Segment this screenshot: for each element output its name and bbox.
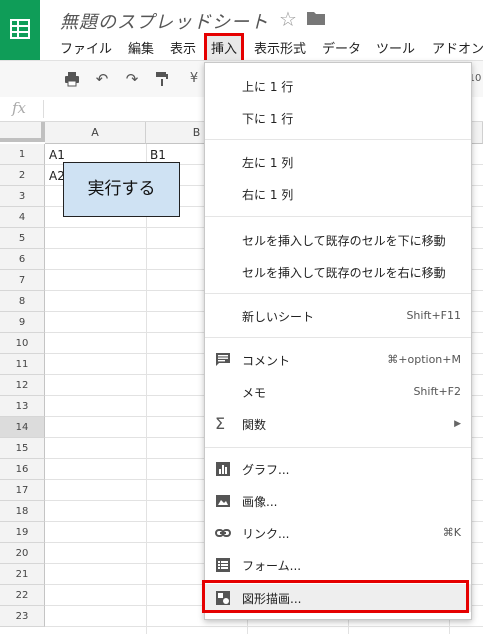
insert-row-above[interactable]: 上に 1 行 — [205, 72, 471, 100]
row-header[interactable]: 15 — [0, 438, 45, 459]
row-header[interactable]: 5 — [0, 228, 45, 249]
menu-separator — [205, 293, 471, 294]
document-title[interactable]: 無題のスプレッドシート — [60, 8, 269, 34]
redo-icon[interactable]: ↷ — [124, 71, 140, 87]
menu-separator — [205, 139, 471, 140]
run-drawing-button[interactable]: 実行する — [63, 162, 180, 217]
row-header[interactable]: 10 — [0, 333, 45, 354]
insert-row-below-label: 下に 1 行 — [242, 112, 294, 126]
shortcut-comment: ⌘+option+M — [387, 353, 461, 366]
shortcut-new-sheet: Shift+F11 — [406, 309, 461, 322]
insert-cells-shift-right-label: セルを挿入して既存のセルを右に移動 — [242, 266, 446, 280]
row-header[interactable]: 16 — [0, 459, 45, 480]
formula-separator — [43, 100, 44, 118]
insert-memo-label: メモ — [242, 386, 267, 400]
currency-format-button[interactable]: ¥ — [186, 71, 202, 87]
insert-column-right-label: 右に 1 列 — [242, 188, 294, 202]
insert-row-above-label: 上に 1 行 — [242, 80, 294, 94]
insert-link-label: リンク... — [242, 527, 290, 541]
menu-insert[interactable]: 挿入 — [204, 33, 245, 63]
sigma-icon: Σ — [215, 414, 226, 433]
submenu-arrow-icon: ▶ — [454, 419, 461, 429]
insert-column-left-label: 左に 1 列 — [242, 156, 294, 170]
menu-view[interactable]: 表示 — [170, 38, 196, 57]
comment-icon — [216, 353, 230, 366]
insert-column-left[interactable]: 左に 1 列 — [205, 148, 471, 176]
select-all-corner[interactable] — [0, 122, 45, 142]
cell-b1[interactable]: B1 — [150, 148, 166, 162]
image-icon — [216, 495, 230, 507]
insert-cells-shift-down-label: セルを挿入して既存のセルを下に移動 — [242, 234, 446, 248]
menu-data[interactable]: データ — [322, 38, 361, 57]
insert-chart-label: グラフ... — [242, 463, 290, 477]
row-header[interactable]: 19 — [0, 522, 45, 543]
insert-new-sheet[interactable]: 新しいシート Shift+F11 — [205, 302, 471, 330]
row-header[interactable]: 20 — [0, 543, 45, 564]
menu-format[interactable]: 表示形式 — [254, 38, 306, 57]
row-header[interactable]: 6 — [0, 249, 45, 270]
link-icon — [215, 529, 231, 537]
row-header[interactable]: 18 — [0, 501, 45, 522]
row-divider — [45, 626, 483, 627]
row-header[interactable]: 2 — [0, 165, 45, 186]
insert-image[interactable]: 画像... — [205, 487, 471, 515]
insert-chart[interactable]: グラフ... — [205, 455, 471, 483]
chart-icon — [216, 462, 230, 476]
row-header[interactable]: 13 — [0, 396, 45, 417]
insert-form[interactable]: フォーム... — [205, 551, 471, 579]
row-header[interactable]: 17 — [0, 480, 45, 501]
row-header[interactable]: 7 — [0, 270, 45, 291]
row-header[interactable]: 23 — [0, 606, 45, 627]
menu-separator — [205, 337, 471, 338]
row-header[interactable]: 8 — [0, 291, 45, 312]
row-header[interactable]: 22 — [0, 585, 45, 606]
insert-function[interactable]: Σ 関数 ▶ — [205, 410, 471, 438]
print-icon[interactable] — [64, 71, 80, 87]
menu-tools[interactable]: ツール — [376, 38, 415, 57]
column-divider — [146, 144, 147, 634]
row-header[interactable]: 1 — [0, 144, 45, 165]
drawing-highlight-box — [202, 580, 469, 613]
menu-addons[interactable]: アドオン — [432, 38, 483, 57]
insert-new-sheet-label: 新しいシート — [242, 310, 315, 324]
insert-column-right[interactable]: 右に 1 列 — [205, 180, 471, 208]
insert-function-label: 関数 — [242, 418, 267, 432]
row-header[interactable]: 9 — [0, 312, 45, 333]
insert-cells-shift-down[interactable]: セルを挿入して既存のセルを下に移動 — [205, 226, 471, 254]
form-icon — [216, 558, 230, 572]
row-header[interactable]: 4 — [0, 207, 45, 228]
row-header[interactable]: 14 — [0, 417, 45, 438]
cell-a1[interactable]: A1 — [49, 148, 65, 162]
insert-memo[interactable]: メモ Shift+F2 — [205, 378, 471, 406]
folder-icon[interactable] — [307, 11, 325, 25]
row-header[interactable]: 12 — [0, 375, 45, 396]
insert-cells-shift-right[interactable]: セルを挿入して既存のセルを右に移動 — [205, 258, 471, 286]
insert-image-label: 画像... — [242, 495, 278, 509]
menu-edit[interactable]: 編集 — [128, 38, 154, 57]
star-icon[interactable]: ☆ — [279, 7, 297, 31]
menu-file[interactable]: ファイル — [60, 38, 112, 57]
row-header[interactable]: 11 — [0, 354, 45, 375]
shortcut-link: ⌘K — [442, 526, 461, 539]
menu-bar: ファイル 編集 表示 挿入 表示形式 データ ツール アドオン — [0, 33, 483, 63]
menu-separator — [205, 447, 471, 448]
shortcut-memo: Shift+F2 — [413, 385, 461, 398]
insert-comment[interactable]: コメント ⌘+option+M — [205, 346, 471, 374]
undo-icon[interactable]: ↶ — [94, 71, 110, 87]
paint-format-icon[interactable] — [154, 71, 170, 87]
fx-label: fx — [12, 99, 27, 117]
insert-form-label: フォーム... — [242, 559, 302, 573]
row-header[interactable]: 3 — [0, 186, 45, 207]
insert-row-below[interactable]: 下に 1 行 — [205, 104, 471, 132]
menu-separator — [205, 216, 471, 217]
column-header-a[interactable]: A — [45, 122, 146, 144]
insert-comment-label: コメント — [242, 354, 291, 368]
row-header[interactable]: 21 — [0, 564, 45, 585]
insert-link[interactable]: リンク... ⌘K — [205, 519, 471, 547]
insert-menu-dropdown: 上に 1 行 下に 1 行 左に 1 列 右に 1 列 セルを挿入して既存のセル… — [204, 62, 472, 620]
